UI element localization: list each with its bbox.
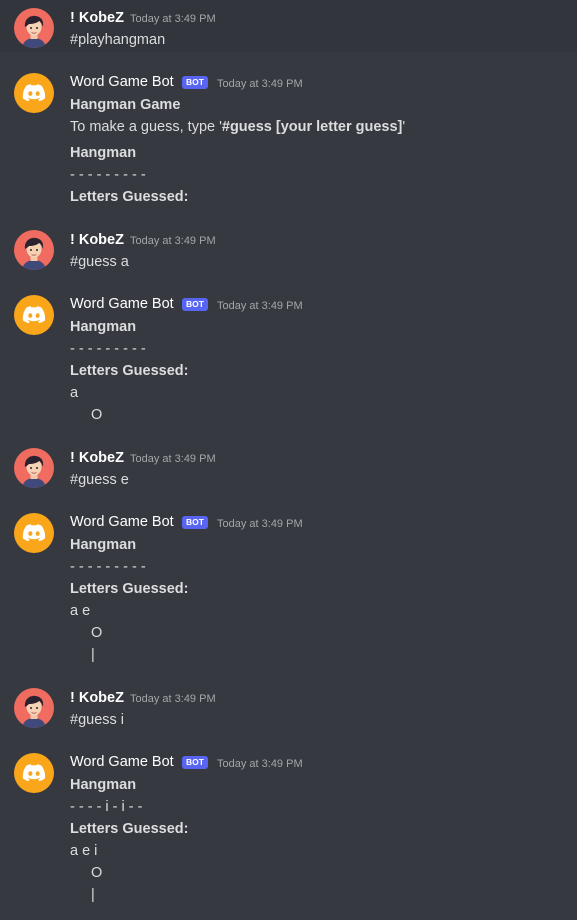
timestamp: Today at 3:49 PM <box>217 300 303 312</box>
letters-guessed: a e i <box>70 843 98 859</box>
hangman-head: O <box>91 407 103 423</box>
hangman-body: | <box>91 647 95 663</box>
message-user-1: ! KobeZ Today at 3:49 PM #playhangman <box>0 0 577 52</box>
message-bot-2: Word Game Bot BOT Today at 3:49 PM Hangm… <box>0 292 577 432</box>
timestamp: Today at 3:49 PM <box>130 693 216 705</box>
word-progress: - - - - - - - - - <box>70 167 146 183</box>
bot-tag: BOT <box>182 516 208 529</box>
discord-logo-icon <box>14 513 54 553</box>
embed-title: Hangman Game <box>70 97 181 113</box>
bot-avatar[interactable] <box>14 73 54 113</box>
discord-logo-icon <box>14 73 54 113</box>
person-avatar-icon <box>14 230 54 270</box>
instruction-text: To make a guess, type '#guess [your lett… <box>70 119 406 135</box>
bot-tag: BOT <box>182 76 208 89</box>
section-heading: Hangman <box>70 777 137 793</box>
bot-avatar[interactable] <box>14 513 54 553</box>
hangman-head: O <box>91 625 103 641</box>
bot-name[interactable]: Word Game Bot <box>70 296 174 312</box>
hangman-head: O <box>91 865 103 881</box>
bot-name[interactable]: Word Game Bot <box>70 74 174 90</box>
timestamp: Today at 3:49 PM <box>130 13 216 25</box>
bot-avatar[interactable] <box>14 753 54 793</box>
word-progress: - - - - - - - - - <box>70 559 146 575</box>
letters-guessed-label: Letters Guessed: <box>70 189 189 205</box>
message-bot-4: Word Game Bot BOT Today at 3:49 PM Hangm… <box>0 750 577 915</box>
section-heading: Hangman <box>70 319 137 335</box>
username[interactable]: ! KobeZ <box>70 450 124 466</box>
message-user-2: ! KobeZ Today at 3:49 PM #guess a <box>0 222 577 274</box>
bot-tag: BOT <box>182 756 208 769</box>
timestamp: Today at 3:49 PM <box>130 235 216 247</box>
message-user-4: ! KobeZ Today at 3:49 PM #guess i <box>0 680 577 732</box>
timestamp: Today at 3:49 PM <box>130 453 216 465</box>
word-progress: - - - - i - i - - <box>70 799 143 815</box>
message-bot-3: Word Game Bot BOT Today at 3:49 PM Hangm… <box>0 510 577 675</box>
letters-guessed: a e <box>70 603 91 619</box>
bot-avatar[interactable] <box>14 295 54 335</box>
bot-tag: BOT <box>182 298 208 311</box>
message-bot-1: Word Game Bot BOT Today at 3:49 PM Hangm… <box>0 70 577 210</box>
person-avatar-icon <box>14 688 54 728</box>
letters-guessed: a <box>70 385 79 401</box>
message-text: #guess e <box>70 472 129 488</box>
hangman-body: | <box>91 887 95 903</box>
letters-guessed-label: Letters Guessed: <box>70 581 189 597</box>
discord-logo-icon <box>14 753 54 793</box>
timestamp: Today at 3:49 PM <box>217 758 303 770</box>
user-avatar[interactable] <box>14 448 54 488</box>
person-avatar-icon <box>14 8 54 48</box>
message-text: #playhangman <box>70 32 166 48</box>
bot-name[interactable]: Word Game Bot <box>70 754 174 770</box>
section-heading: Hangman <box>70 537 137 553</box>
person-avatar-icon <box>14 448 54 488</box>
word-progress: - - - - - - - - - <box>70 341 146 357</box>
username[interactable]: ! KobeZ <box>70 232 124 248</box>
message-text: #guess i <box>70 712 125 728</box>
user-avatar[interactable] <box>14 230 54 270</box>
user-avatar[interactable] <box>14 688 54 728</box>
timestamp: Today at 3:49 PM <box>217 78 303 90</box>
letters-guessed-label: Letters Guessed: <box>70 821 189 837</box>
discord-logo-icon <box>14 295 54 335</box>
username[interactable]: ! KobeZ <box>70 690 124 706</box>
message-text: #guess a <box>70 254 129 270</box>
bot-name[interactable]: Word Game Bot <box>70 514 174 530</box>
username[interactable]: ! KobeZ <box>70 10 124 26</box>
user-avatar[interactable] <box>14 8 54 48</box>
section-heading: Hangman <box>70 145 137 161</box>
letters-guessed-label: Letters Guessed: <box>70 363 189 379</box>
message-user-3: ! KobeZ Today at 3:49 PM #guess e <box>0 440 577 492</box>
timestamp: Today at 3:49 PM <box>217 518 303 530</box>
